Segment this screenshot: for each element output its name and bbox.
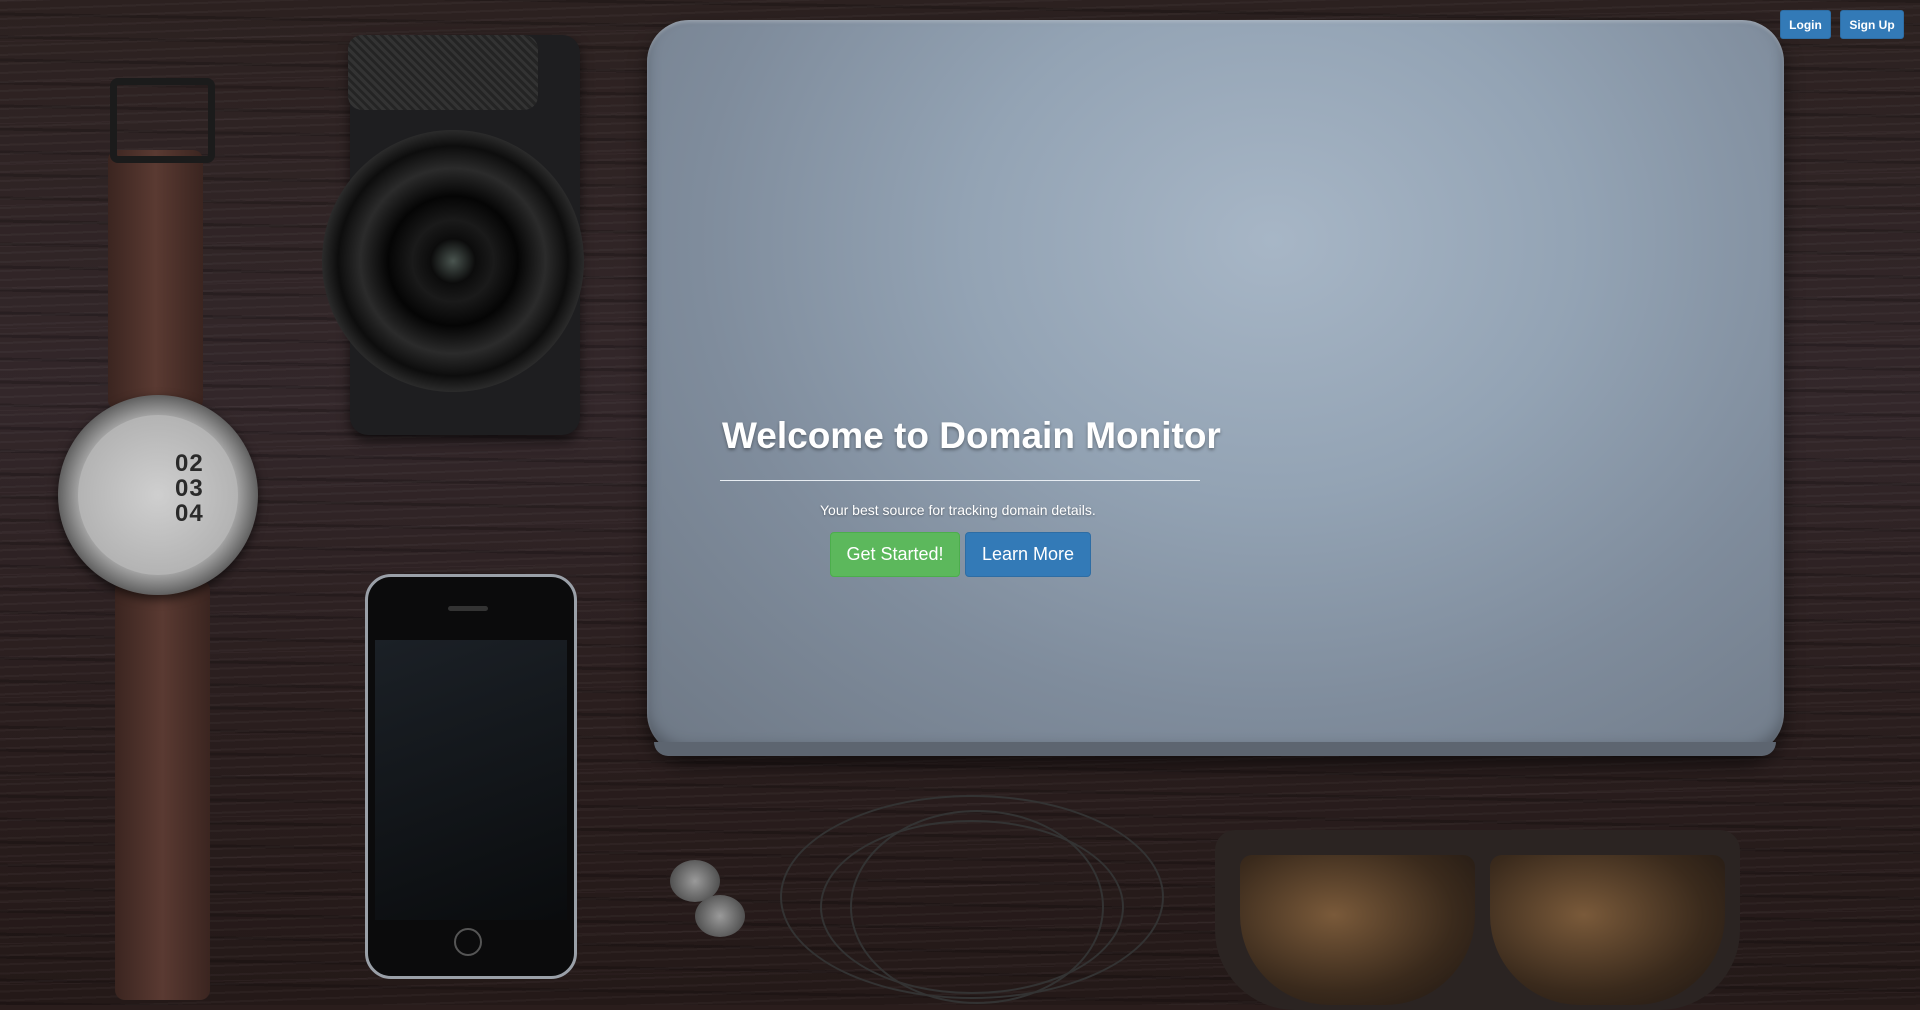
camera-lens bbox=[322, 130, 584, 392]
laptop bbox=[647, 20, 1784, 755]
hero-subtitle: Your best source for tracking domain det… bbox=[820, 502, 1096, 518]
watch-number: 04 bbox=[175, 500, 204, 527]
watch-dial bbox=[78, 415, 238, 575]
earphone-cable bbox=[850, 810, 1104, 1004]
watch-number: 03 bbox=[175, 475, 204, 502]
watch-strap-top bbox=[108, 150, 203, 410]
phone-speaker bbox=[448, 606, 488, 611]
laptop-edge bbox=[654, 742, 1776, 756]
phone-screen bbox=[375, 640, 567, 920]
watch-buckle bbox=[110, 78, 215, 163]
sunglasses-lens-left bbox=[1240, 855, 1475, 1005]
earbud bbox=[695, 895, 745, 937]
sunglasses-lens-right bbox=[1490, 855, 1725, 1005]
page-title: Welcome to Domain Monitor bbox=[722, 415, 1221, 456]
camera-grip bbox=[348, 35, 538, 110]
login-button[interactable]: Login bbox=[1780, 10, 1831, 39]
watch-number: 02 bbox=[175, 450, 204, 477]
get-started-button[interactable]: Get Started! bbox=[830, 532, 960, 577]
learn-more-button[interactable]: Learn More bbox=[965, 532, 1091, 577]
phone-home-button bbox=[454, 928, 482, 956]
title-divider bbox=[720, 480, 1200, 481]
watch-strap-bottom bbox=[115, 580, 210, 1000]
signup-button[interactable]: Sign Up bbox=[1840, 10, 1904, 39]
